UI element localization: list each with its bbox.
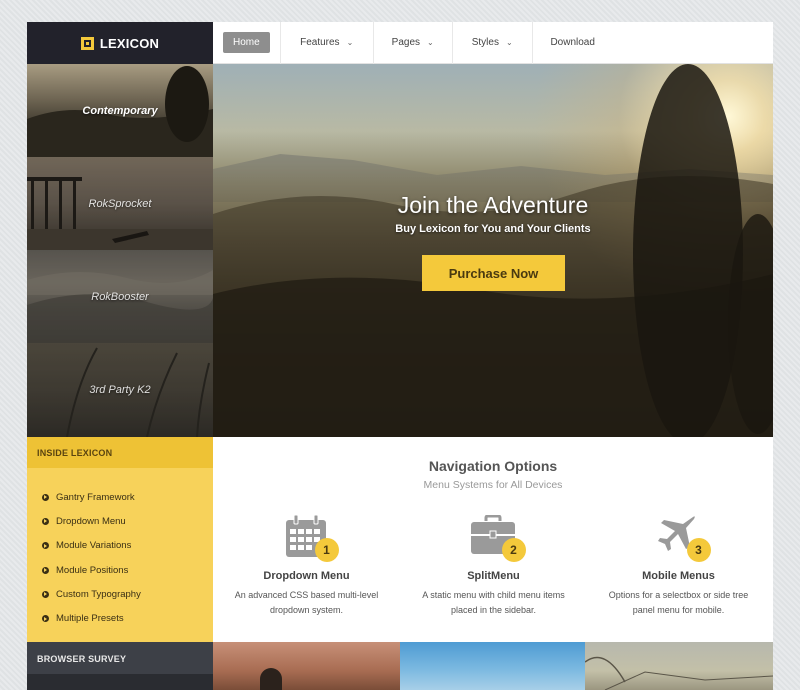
feature-number-badge: 2 <box>501 538 526 562</box>
showcase-label: 3rd Party K2 <box>89 384 151 396</box>
list-item[interactable]: Module Variations <box>27 534 213 558</box>
nav-item-styles[interactable]: Styles ⌄ <box>453 22 533 64</box>
hero-landscape-image <box>213 64 773 437</box>
showcase-item-3rd-party-k2[interactable]: 3rd Party K2 <box>27 343 213 437</box>
nav-pages-label: Pages <box>391 37 421 48</box>
list-item[interactable]: Multiple Presets <box>27 606 213 630</box>
hero-subtitle: Buy Lexicon for You and Your Clients <box>395 223 591 235</box>
showcase-item-contemporary[interactable]: Contemporary <box>27 64 213 157</box>
list-item-label: Multiple Presets <box>56 613 124 625</box>
showcase-menu: Contemporary RokSprocket RokBooster 3rd … <box>27 64 213 437</box>
list-item[interactable]: Dropdown Menu <box>27 509 213 533</box>
feature-description: A static menu with child menu items plac… <box>422 590 565 615</box>
page-frame: LEXICON Home Features ⌄ Pages ⌄ Styles ⌄… <box>27 22 773 690</box>
arrow-bullet-icon <box>42 590 49 598</box>
nav-item-download[interactable]: Download <box>533 22 613 64</box>
bottom-image-sunset[interactable] <box>213 642 400 690</box>
feature-title: SplitMenu <box>467 570 520 582</box>
arrow-bullet-icon <box>42 517 49 525</box>
fence-image <box>585 656 773 690</box>
list-item-label: Module Positions <box>56 564 129 576</box>
arrow-bullet-icon <box>42 493 49 501</box>
feature-dropdown-menu: 1 Dropdown Menu An advanced CSS based mu… <box>213 512 400 618</box>
bottom-image-sky[interactable] <box>400 642 585 690</box>
feature-title: Dropdown Menu <box>263 570 350 582</box>
inside-lexicon-heading: INSIDE LEXICON <box>27 437 213 468</box>
list-item-label: Dropdown Menu <box>56 515 126 527</box>
site-logo[interactable]: LEXICON <box>27 22 213 64</box>
hero-title: Join the Adventure <box>397 192 589 218</box>
section-subtitle: Menu Systems for All Devices <box>423 479 563 491</box>
main-nav: Home Features ⌄ Pages ⌄ Styles ⌄ Downloa… <box>213 22 773 64</box>
feature-title: Mobile Menus <box>642 570 715 582</box>
nav-download-label: Download <box>550 37 595 48</box>
feature-number-badge: 3 <box>686 538 711 562</box>
list-item-label: Gantry Framework <box>56 491 135 503</box>
arrow-bullet-icon <box>42 615 49 623</box>
list-item-label: Module Variations <box>56 540 132 552</box>
logo-mark-icon <box>80 36 94 50</box>
nav-item-pages[interactable]: Pages ⌄ <box>374 22 453 64</box>
arrow-bullet-icon <box>42 542 49 550</box>
nav-item-home[interactable]: Home <box>213 22 281 64</box>
bottom-image-fence[interactable] <box>585 642 773 690</box>
person-silhouette <box>260 668 282 690</box>
feature-splitmenu: 2 SplitMenu A static menu with child men… <box>400 512 587 618</box>
inside-lexicon-list: Gantry Framework Dropdown Menu Module Va… <box>27 468 213 642</box>
showcase-label: RokSprocket <box>88 197 152 210</box>
nav-features-label: Features <box>300 37 340 48</box>
hero-banner: Join the Adventure Buy Lexicon for You a… <box>213 64 773 437</box>
nav-home-label: Home <box>223 32 270 53</box>
list-item-label: Custom Typography <box>56 588 141 600</box>
chevron-down-icon: ⌄ <box>505 38 513 47</box>
feature-mobile-menus: 3 Mobile Menus Options for a selectbox o… <box>585 512 772 618</box>
logo-text: LEXICON <box>99 35 160 51</box>
list-item[interactable]: Gantry Framework <box>27 485 213 509</box>
feature-description: An advanced CSS based multi-level dropdo… <box>234 590 379 615</box>
showcase-label: RokBooster <box>91 290 149 303</box>
browser-survey-heading: BROWSER SURVEY <box>27 642 213 690</box>
nav-styles-label: Styles <box>471 37 499 48</box>
showcase-item-rokbooster[interactable]: RokBooster <box>27 250 213 343</box>
purchase-now-button[interactable]: Purchase Now <box>422 255 565 291</box>
nav-item-features[interactable]: Features ⌄ <box>281 22 374 64</box>
list-item[interactable]: Custom Typography <box>27 582 213 606</box>
feature-description: Options for a selectbox or side tree pan… <box>608 590 749 615</box>
chevron-down-icon: ⌄ <box>427 38 434 47</box>
feature-number-badge: 1 <box>314 538 339 562</box>
showcase-label: Contemporary <box>82 104 158 117</box>
chevron-down-icon: ⌄ <box>346 38 354 47</box>
showcase-item-roksprocket[interactable]: RokSprocket <box>27 157 213 250</box>
list-item[interactable]: Module Positions <box>27 558 213 582</box>
section-title: Navigation Options <box>428 458 558 474</box>
arrow-bullet-icon <box>42 566 49 574</box>
